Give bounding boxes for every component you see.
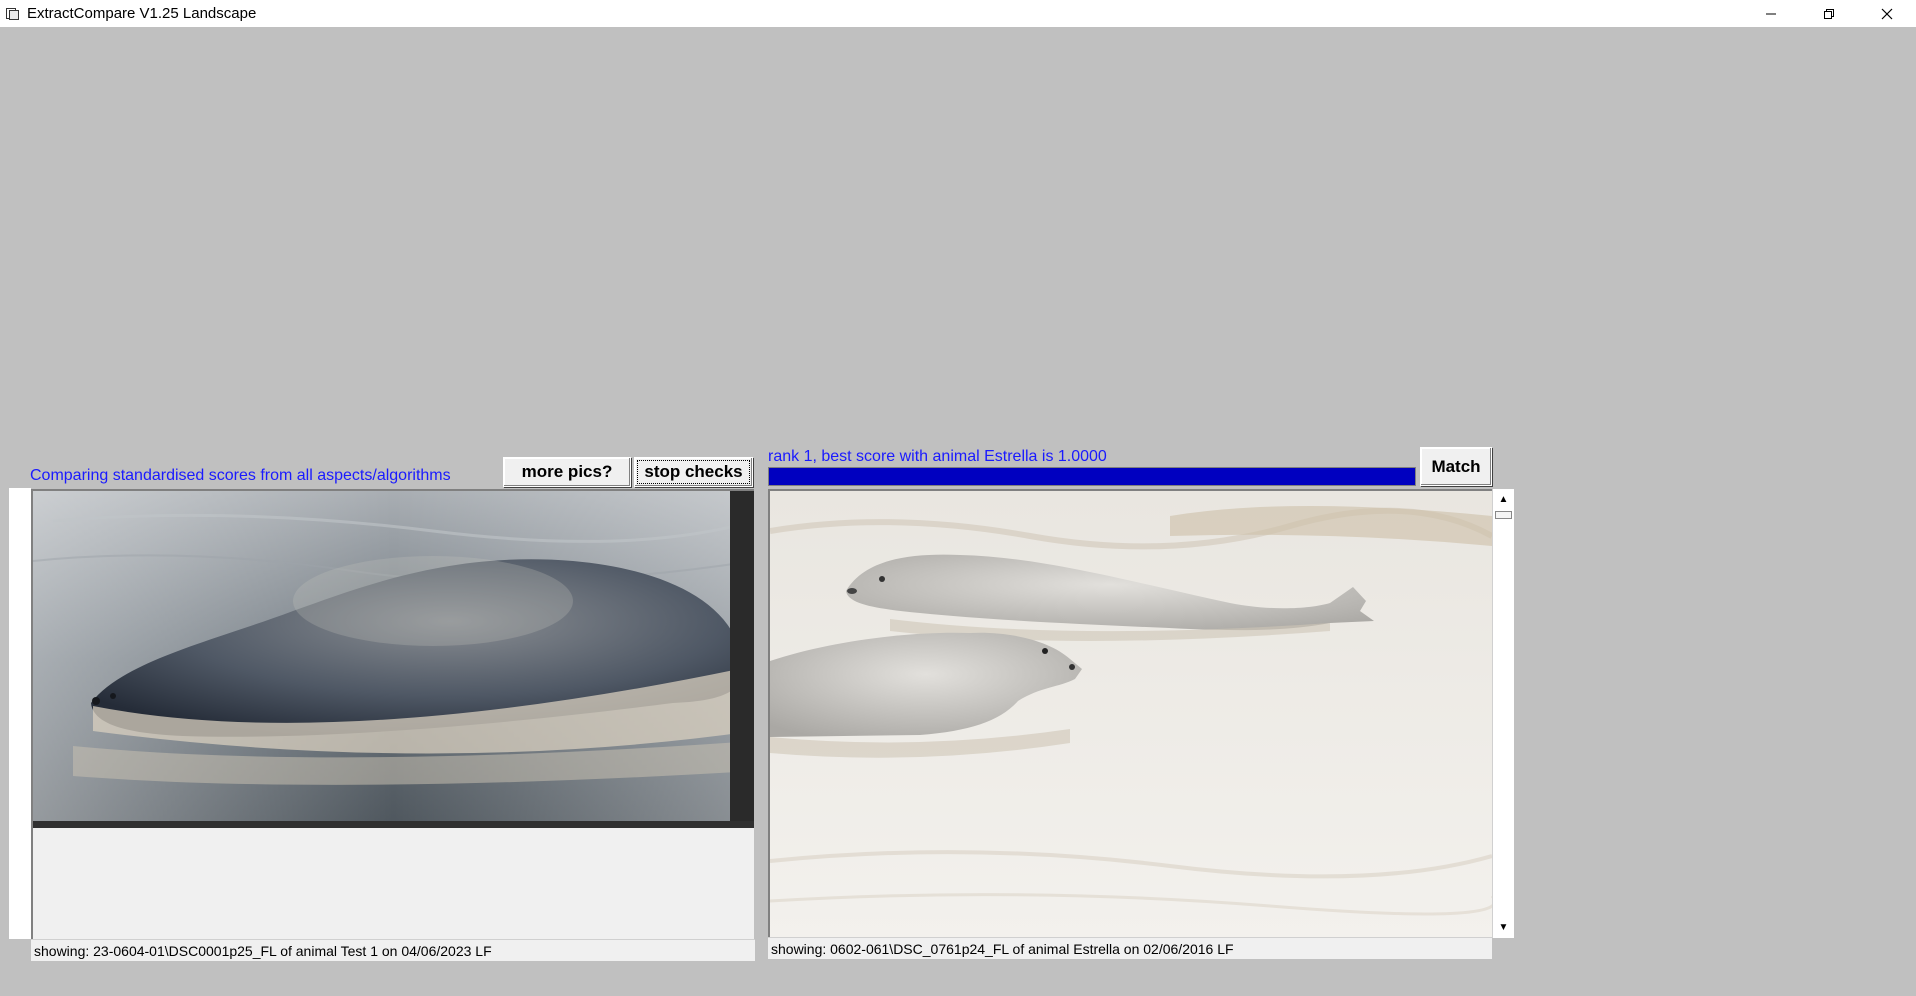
close-button[interactable]	[1858, 0, 1916, 27]
query-image-panel	[31, 489, 754, 940]
minimize-icon	[1766, 13, 1776, 14]
candidate-image-panel	[768, 489, 1492, 938]
score-progress-bar	[768, 467, 1416, 486]
close-icon	[1881, 8, 1893, 19]
window-title: ExtractCompare V1.25 Landscape	[27, 5, 257, 22]
scroll-up-icon: ▲	[1498, 494, 1509, 505]
query-seal-photo	[33, 491, 754, 828]
left-margin-strip	[9, 488, 31, 939]
scroll-down-button[interactable]: ▼	[1493, 917, 1514, 938]
candidate-seal-photo	[770, 491, 1492, 938]
scroll-thumb[interactable]	[1495, 511, 1512, 519]
candidate-scrollbar[interactable]: ▲ ▼	[1492, 489, 1514, 938]
stop-checks-button[interactable]: stop checks	[634, 457, 753, 487]
app-icon	[5, 6, 21, 22]
restore-button[interactable]	[1800, 0, 1858, 27]
restore-icon	[1824, 8, 1834, 19]
comparison-caption: Comparing standardised scores from all a…	[30, 467, 451, 484]
scroll-down-icon: ▼	[1498, 922, 1509, 933]
match-button[interactable]: Match	[1420, 447, 1492, 486]
right-status-bar: showing: 0602-061\DSC_0761p24_FL of anim…	[768, 937, 1492, 959]
score-progress-fill	[769, 468, 1415, 485]
more-pics-button[interactable]: more pics?	[503, 457, 631, 487]
minimize-button[interactable]	[1742, 0, 1800, 27]
title-bar: ExtractCompare V1.25 Landscape	[0, 0, 1916, 27]
rank-caption: rank 1, best score with animal Estrella …	[768, 448, 1107, 465]
left-status-bar: showing: 23-0604-01\DSC0001p25_FL of ani…	[31, 939, 755, 961]
scroll-up-button[interactable]: ▲	[1493, 489, 1514, 510]
